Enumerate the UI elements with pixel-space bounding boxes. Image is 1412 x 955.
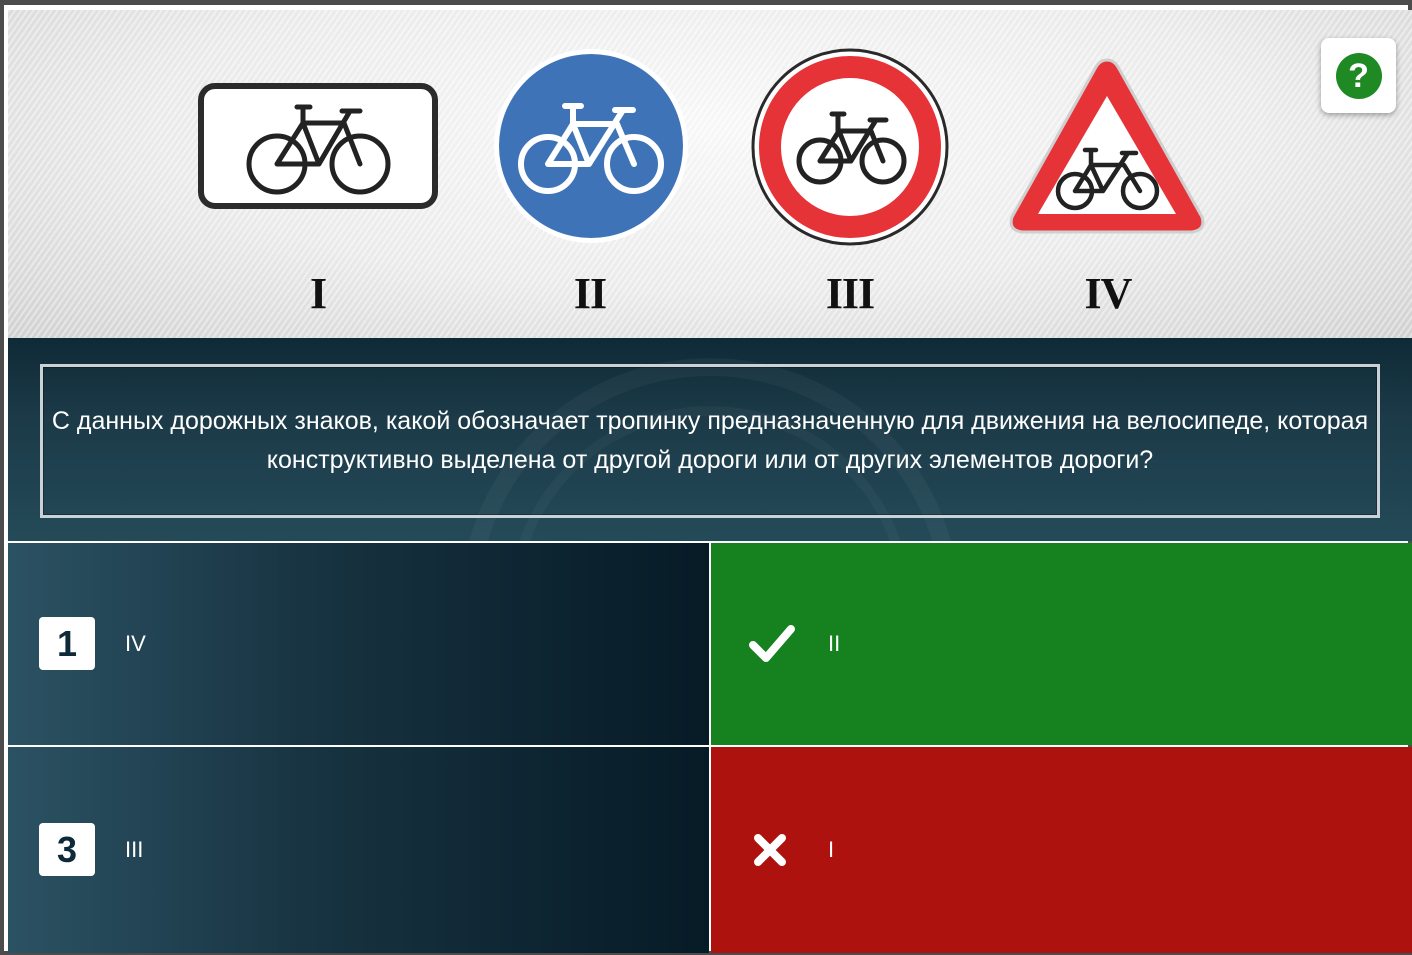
answer-option-1[interactable]: 1 IV [8,543,709,745]
answer-number-badge: 1 [39,617,95,670]
no-bicycles-icon [751,48,949,246]
answer-label: II [828,631,841,656]
answer-label: I [828,837,835,862]
question-panel: С данных дорожных знаков, какой обознача… [8,338,1412,541]
question-image: I II III IV ? [8,10,1412,338]
answer-number-badge: 3 [39,823,95,876]
answer-label: III [125,837,144,862]
sign-label-2: II [573,269,607,318]
answer-option-4[interactable]: I [711,747,1412,953]
bicycle-path-plate-icon [198,83,438,209]
cyclists-warning-triangle-icon [1009,58,1205,234]
answer-option-2[interactable]: II [711,543,1412,745]
answer-option-3[interactable]: 3 III [8,747,709,953]
sign-label-1: I [309,269,327,318]
sign-label-3: III [825,269,875,318]
bicycle-path-blue-circle-icon [494,49,688,243]
help-icon: ? [1335,52,1382,99]
quiz-window: I II III IV ? С данных дорожных знаков, … [0,0,1412,955]
sign-label-4: IV [1084,269,1133,318]
help-button[interactable]: ? [1321,38,1396,113]
question-box: С данных дорожных знаков, какой обознача… [40,364,1380,518]
cross-icon [754,834,786,866]
question-text: С данных дорожных знаков, какой обознача… [51,407,1369,474]
answer-label: IV [125,631,146,656]
checkmark-icon [749,625,795,662]
